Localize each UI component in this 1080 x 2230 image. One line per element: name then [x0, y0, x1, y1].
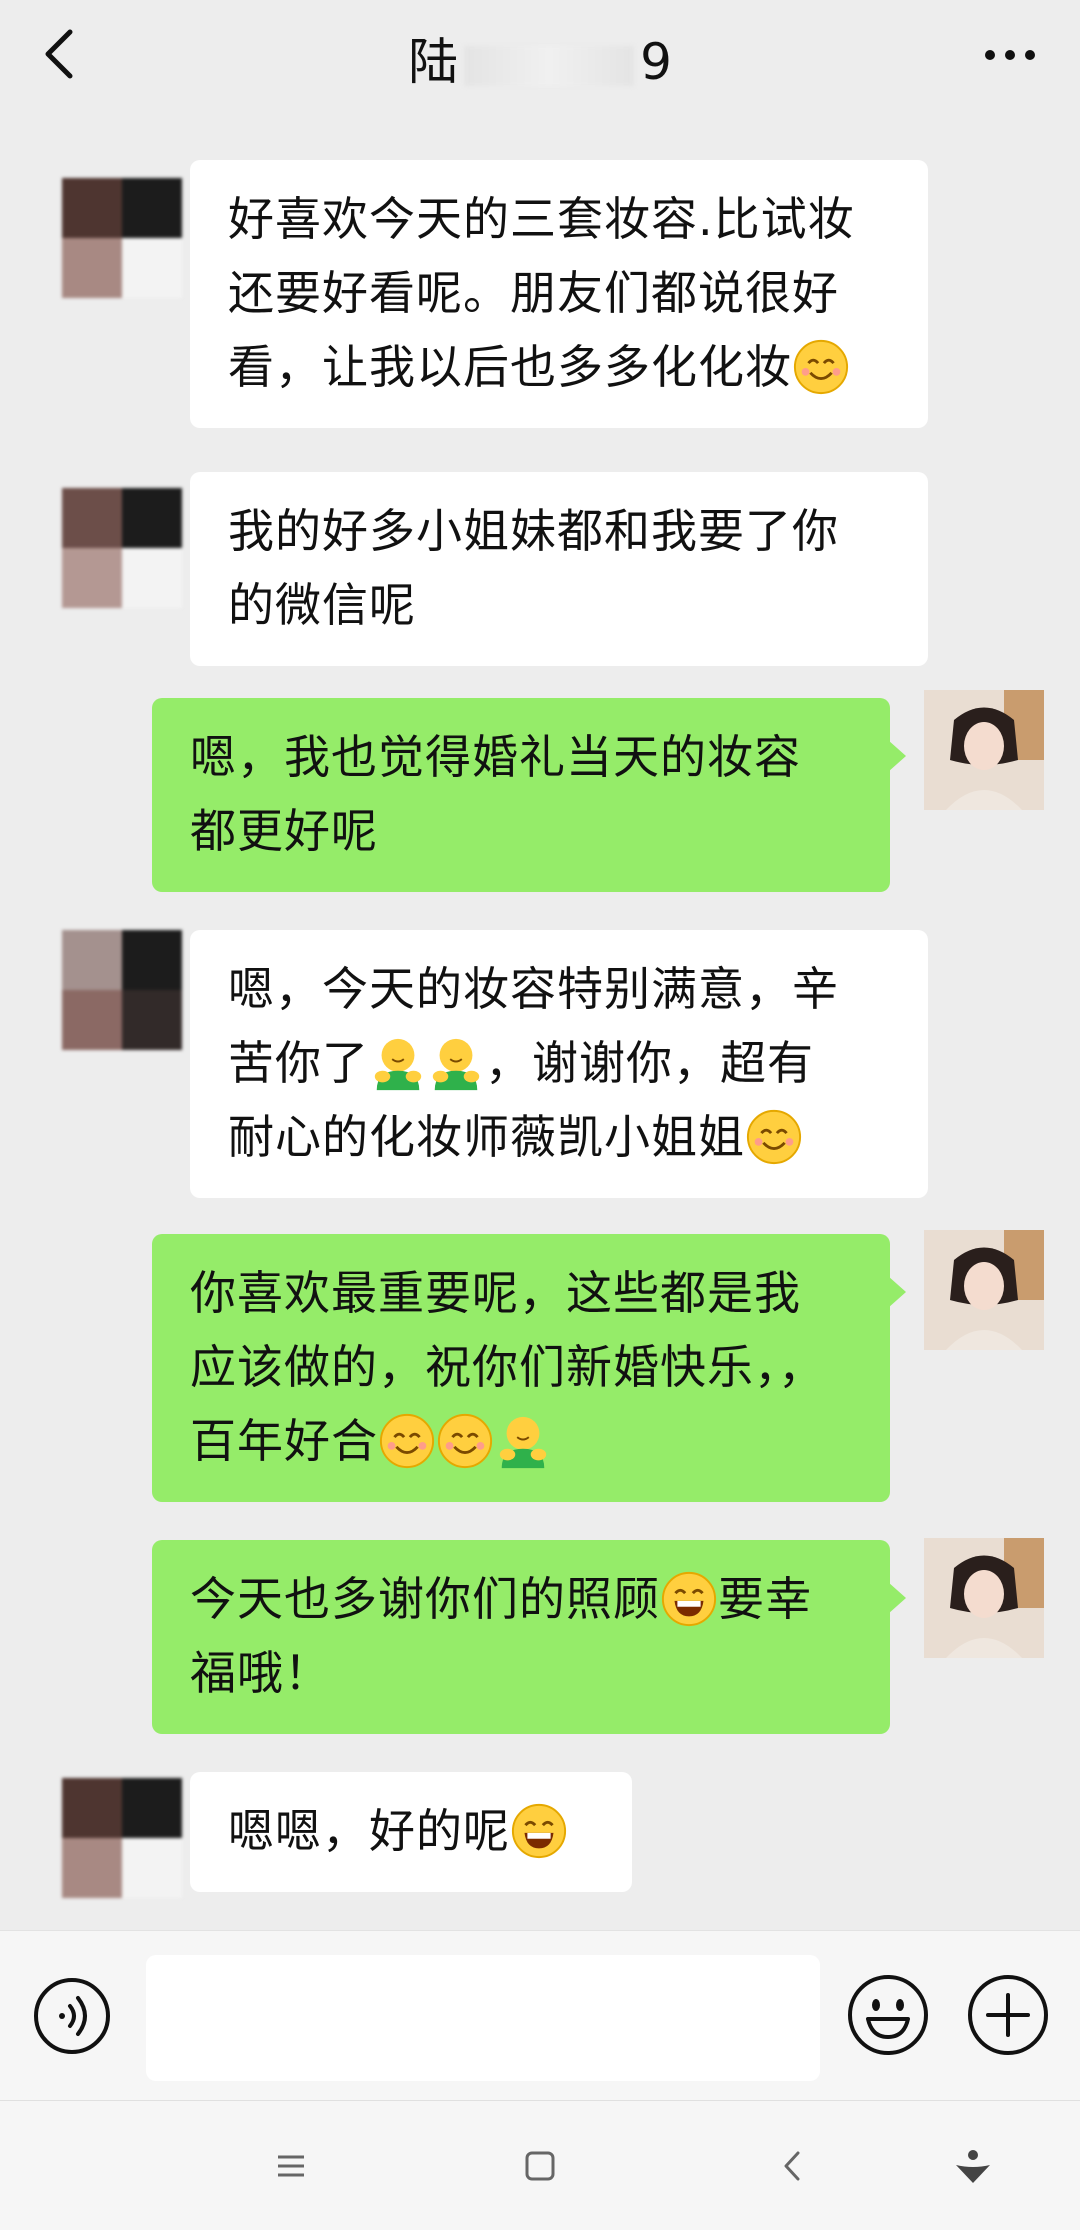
more-dots-icon[interactable]: [980, 30, 1040, 80]
message-bubble[interactable]: 好喜欢今天的三套妆容.比试妆 还要好看呢。朋友们都说很好 看，让我以后也多多化化…: [190, 160, 928, 428]
chat-title: 陆9: [0, 22, 1080, 94]
avatar[interactable]: [924, 1230, 1044, 1350]
avatar[interactable]: [924, 1538, 1044, 1658]
message-text: 我的好多小姐妹都和我要了你 的微信呢: [228, 504, 839, 632]
avatar[interactable]: [62, 488, 182, 608]
message-incoming: 我的好多小姐妹都和我要了你 的微信呢: [0, 460, 1080, 666]
message-bubble[interactable]: 今天也多谢你们的照顾 要幸 福哦！: [152, 1540, 906, 1734]
message-bubble[interactable]: 嗯，我也觉得婚礼当天的妆容 都更好呢: [152, 698, 906, 892]
message-text: 今天也多谢你们的照顾: [190, 1572, 660, 1626]
chat-area[interactable]: 好喜欢今天的三套妆容.比试妆 还要好看呢。朋友们都说很好 看，让我以后也多多化化…: [0, 120, 1080, 1920]
avatar[interactable]: [62, 178, 182, 298]
plus-icon[interactable]: [966, 1973, 1050, 2057]
menu-icon[interactable]: [266, 2141, 316, 2191]
message-incoming: 嗯，今天的妆容特别满意，辛 苦你了 ，谢谢你，超有 耐心的化妆师薇凯小姐姐: [0, 920, 1080, 1220]
grin-emoji-icon: [661, 1571, 717, 1626]
avatar[interactable]: [62, 1778, 182, 1898]
smile-emoji-icon: [437, 1413, 493, 1468]
message-text: 嗯嗯，好的呢: [228, 1804, 510, 1858]
message-text: 好喜欢今天的三套妆容.比试妆 还要好看呢。朋友们都说很好 看，让我以后也多多化化…: [228, 192, 855, 394]
message-incoming: 好喜欢今天的三套妆容.比试妆 还要好看呢。朋友们都说很好 看，让我以后也多多化化…: [0, 120, 1080, 428]
avatar[interactable]: [62, 930, 182, 1050]
message-outgoing: 嗯，我也觉得婚礼当天的妆容 都更好呢: [0, 690, 1080, 892]
title-start: 陆: [408, 33, 459, 91]
system-nav-bar: [0, 2100, 1080, 2230]
title-end: 9: [640, 33, 672, 91]
message-outgoing: 今天也多谢你们的照顾 要幸 福哦！: [0, 1538, 1080, 1748]
assistant-icon[interactable]: [948, 2141, 998, 2191]
emoji-icon[interactable]: [846, 1973, 930, 2057]
back-chevron-icon[interactable]: [768, 2141, 818, 2191]
message-incoming: 嗯嗯，好的呢: [0, 1770, 1080, 1920]
avatar[interactable]: [924, 690, 1044, 810]
hug-emoji-icon: [499, 1416, 547, 1468]
message-input[interactable]: [146, 1955, 820, 2081]
smile-emoji-icon: [793, 339, 849, 394]
grin-emoji-icon: [511, 1803, 567, 1858]
chat-header: 陆9: [0, 0, 1080, 120]
smile-emoji-icon: [746, 1109, 802, 1164]
message-bubble[interactable]: 嗯嗯，好的呢: [190, 1772, 632, 1892]
message-bubble[interactable]: 你喜欢最重要呢，这些都是我 应该做的，祝你们新婚快乐，， 百年好合: [152, 1234, 906, 1502]
hug-emoji-icon: [374, 1038, 422, 1090]
message-text: 嗯，我也觉得婚礼当天的妆容 都更好呢: [190, 730, 801, 858]
hug-emoji-icon: [432, 1038, 480, 1090]
voice-icon[interactable]: [32, 1976, 112, 2056]
home-square-icon[interactable]: [515, 2141, 565, 2191]
title-redacted: [464, 45, 635, 86]
message-bubble[interactable]: 我的好多小姐妹都和我要了你 的微信呢: [190, 472, 928, 666]
message-bubble[interactable]: 嗯，今天的妆容特别满意，辛 苦你了 ，谢谢你，超有 耐心的化妆师薇凯小姐姐: [190, 930, 928, 1198]
smile-emoji-icon: [379, 1413, 435, 1468]
input-bar: [0, 1930, 1080, 2101]
message-outgoing: 你喜欢最重要呢，这些都是我 应该做的，祝你们新婚快乐，， 百年好合: [0, 1230, 1080, 1510]
